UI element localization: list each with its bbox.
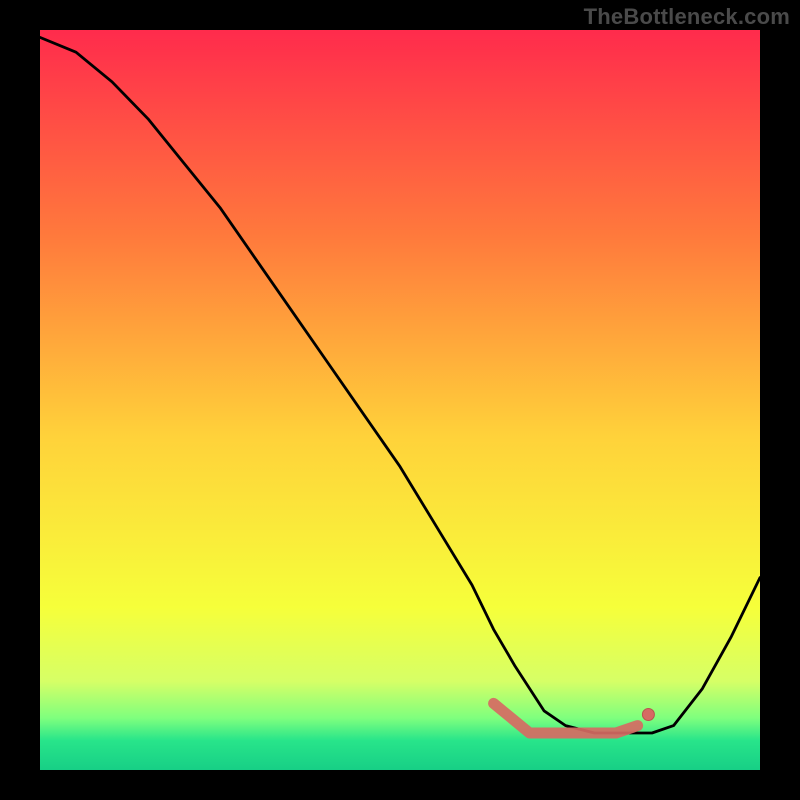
optimal-range-marker: [494, 703, 638, 733]
optimal-range-end-dot: [642, 709, 654, 721]
chart-frame: TheBottleneck.com: [0, 0, 800, 800]
watermark-text: TheBottleneck.com: [584, 4, 790, 30]
chart-svg: [40, 30, 760, 770]
plot-area: [40, 30, 760, 770]
bottleneck-curve: [40, 37, 760, 733]
